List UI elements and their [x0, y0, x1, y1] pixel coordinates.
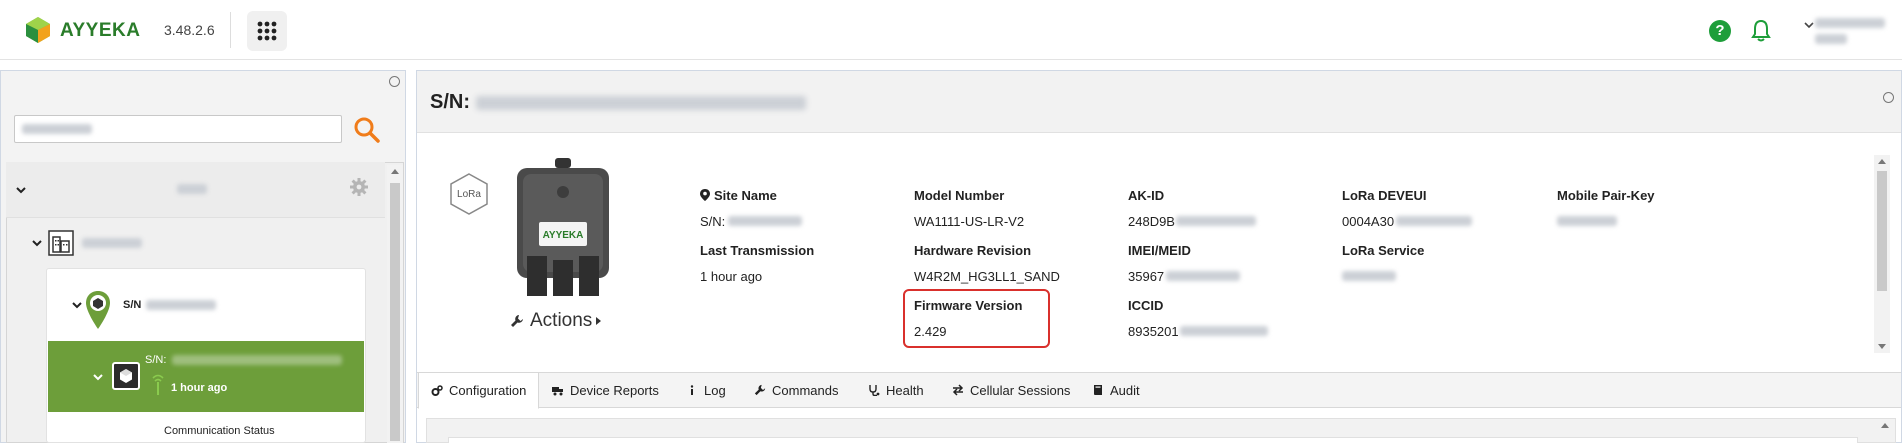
hardware-revision-value: W4R2M_HG3LL1_SAND [914, 269, 1060, 284]
device-title-prefix: S/N: [430, 91, 470, 113]
configuration-content [448, 437, 1858, 443]
imei-meid-redacted [1166, 271, 1240, 281]
ak-id-label: AK-ID [1128, 188, 1165, 203]
tab-configuration[interactable]: Configuration [418, 372, 540, 409]
gears-icon [431, 384, 443, 396]
help-icon[interactable]: ? [1709, 20, 1731, 42]
signal-antenna-icon [152, 374, 164, 395]
lora-service-label: LoRa Service [1342, 243, 1425, 258]
model-number-value: WA1111-US-LR-V2 [914, 214, 1025, 229]
organization-name-redacted[interactable] [82, 238, 142, 248]
apps-menu-button[interactable] [247, 11, 287, 51]
account-name-redacted [177, 184, 207, 194]
tab-commands[interactable]: Commands [742, 372, 850, 408]
ayyeka-logo-icon[interactable] [24, 16, 52, 44]
notifications-bell-icon[interactable] [1750, 19, 1772, 43]
chevron-down-icon[interactable] [92, 372, 104, 382]
mobile-pair-key-label: Mobile Pair-Key [1557, 188, 1655, 203]
lora-deveui-label: LoRa DEVEUI [1342, 188, 1427, 203]
mobile-pair-key-redacted [1557, 216, 1617, 226]
exchange-icon [952, 384, 964, 396]
tab-health[interactable]: Health [856, 372, 936, 408]
wrench-icon [754, 384, 766, 396]
tab-cellular-sessions[interactable]: Cellular Sessions [940, 372, 1082, 408]
chevron-down-icon[interactable] [71, 300, 83, 310]
scroll-down-arrow-icon[interactable] [1878, 344, 1886, 349]
user-name-redacted[interactable] [1815, 18, 1885, 28]
lora-badge-text: LoRa [457, 189, 481, 200]
device-box-icon [112, 362, 140, 390]
actions-menu[interactable]: Actions [510, 310, 602, 332]
header-divider [230, 12, 231, 48]
tab-device-reports[interactable]: Device Reports [540, 372, 671, 408]
search-icon[interactable] [352, 115, 382, 145]
communication-status-label[interactable]: Communication Status [164, 425, 275, 437]
site-name-label: Site Name [700, 188, 777, 203]
lora-badge-icon: LoRa [450, 173, 488, 215]
scroll-up-arrow-icon[interactable] [1878, 159, 1886, 164]
site-sn-label[interactable]: S/N [123, 299, 141, 311]
ak-id-prefix: 248D9B [1128, 214, 1175, 229]
device-sn-label: S/N: [145, 354, 167, 366]
truck-icon [552, 387, 563, 396]
scrollbar-thumb[interactable] [390, 183, 400, 441]
site-pin-icon [86, 291, 110, 329]
info-icon [690, 385, 694, 395]
device-title-redacted [476, 96, 806, 110]
device-last-seen: 1 hour ago [171, 382, 228, 394]
scroll-up-arrow-icon[interactable] [391, 169, 399, 174]
caret-right-icon [596, 317, 602, 325]
imei-meid-label: IMEI/MEID [1128, 243, 1191, 258]
site-sn-redacted[interactable] [146, 300, 216, 310]
tab-log[interactable]: Log [674, 372, 738, 408]
ak-id-redacted [1176, 216, 1256, 226]
book-icon [1094, 385, 1102, 395]
building-icon [48, 230, 74, 256]
app-version: 3.48.2.6 [164, 22, 215, 38]
imei-meid-prefix: 35967 [1128, 269, 1165, 284]
brand-name[interactable]: AYYEKA [60, 20, 140, 42]
device-sn-redacted [172, 355, 342, 365]
iccid-prefix: 8935201 [1128, 324, 1179, 339]
user-menu-chevron-icon[interactable] [1803, 20, 1815, 30]
lora-service-redacted [1342, 271, 1396, 281]
last-transmission-label: Last Transmission [700, 243, 815, 258]
device-image: AYYEKA [517, 158, 609, 296]
hardware-revision-label: Hardware Revision [914, 243, 1032, 258]
tree-scrollbar[interactable] [387, 165, 403, 443]
lora-deveui-redacted [1396, 216, 1472, 226]
last-transmission-value: 1 hour ago [700, 269, 763, 284]
model-number-label: Model Number [914, 188, 1005, 203]
map-marker-icon [700, 189, 710, 201]
device-image-label: AYYEKA [543, 230, 584, 241]
stethoscope-icon [869, 385, 880, 396]
iccid-label: ICCID [1128, 298, 1164, 313]
wrench-icon [511, 315, 523, 327]
grid-icon [257, 21, 277, 41]
user-org-redacted [1815, 34, 1847, 44]
collapse-detail-panel-icon[interactable] [1883, 92, 1894, 103]
tab-audit[interactable]: Audit [1080, 372, 1152, 408]
firmware-version-highlight [903, 289, 1050, 348]
lora-deveui-prefix: 0004A30 [1342, 214, 1395, 229]
scroll-up-arrow-icon[interactable] [1881, 423, 1889, 428]
actions-label: Actions [530, 310, 593, 331]
detail-scrollbar[interactable] [1874, 155, 1890, 353]
collapse-left-panel-icon[interactable] [389, 76, 400, 87]
chevron-down-icon[interactable] [31, 238, 43, 248]
search-value-redacted [22, 124, 92, 134]
scrollbar-thumb[interactable] [1877, 171, 1887, 291]
iccid-redacted [1180, 326, 1268, 336]
gear-icon[interactable] [349, 177, 369, 197]
site-name-redacted [728, 216, 802, 226]
chevron-down-icon[interactable] [15, 185, 27, 195]
site-name-prefix: S/N: [700, 214, 726, 229]
